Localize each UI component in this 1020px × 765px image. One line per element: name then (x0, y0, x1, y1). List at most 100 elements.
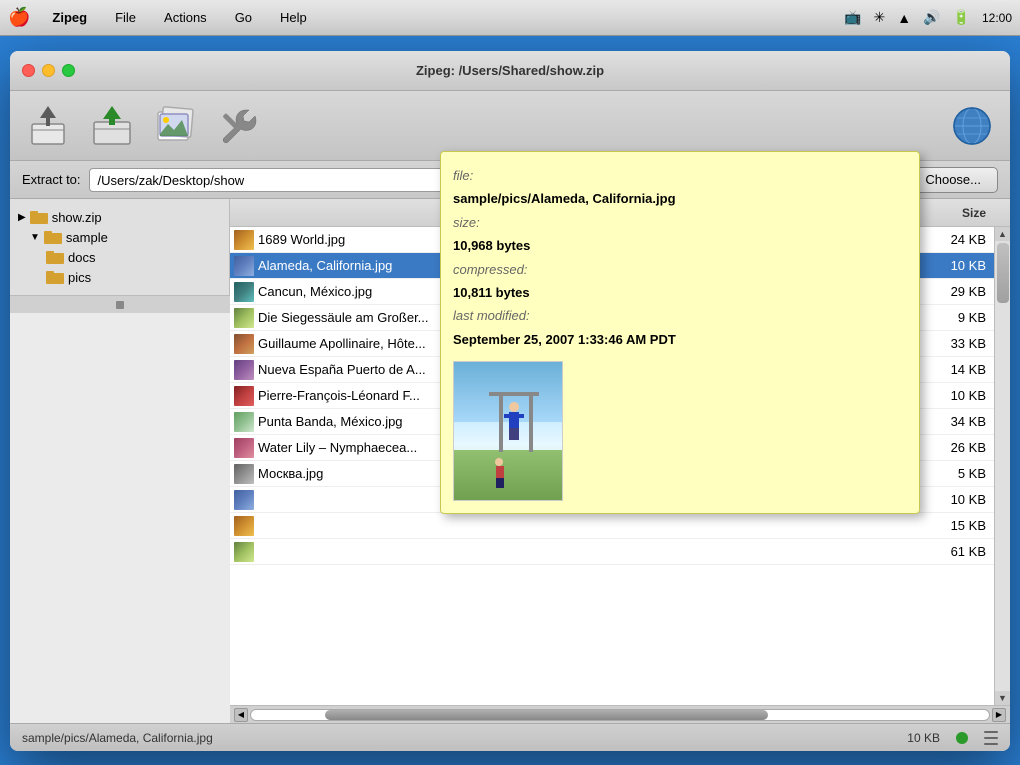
desktop: Zipeg: /Users/Shared/show.zip (0, 36, 1020, 765)
statusbar-size: 10 KB (907, 731, 940, 745)
file-thumbnail (234, 542, 254, 562)
right-scrollbar[interactable]: ▲ ▼ (994, 227, 1010, 705)
file-size: 24 KB (914, 232, 994, 247)
volume-icon: 🔊 (923, 9, 940, 26)
titlebar: Zipeg: /Users/Shared/show.zip (10, 51, 1010, 91)
extract-label: Extract to: (22, 172, 81, 187)
preview-button[interactable] (154, 104, 198, 148)
tooltip-compressed-label: compressed: (453, 262, 527, 277)
app-window: Zipeg: /Users/Shared/show.zip (10, 51, 1010, 751)
monitor-icon: 📺 (844, 9, 861, 26)
preview-svg (469, 372, 549, 492)
file-thumbnail (234, 412, 254, 432)
sidebar-item-sample[interactable]: ▼ sample (10, 227, 229, 247)
scroll-track[interactable] (995, 241, 1010, 691)
tooltip-modified-value: September 25, 2007 1:33:46 AM PDT (453, 332, 676, 347)
file-thumbnail (234, 386, 254, 406)
tooltip-modified-label: last modified: (453, 308, 530, 323)
sidebar-label-showzip: show.zip (52, 210, 102, 225)
folder-icon-docs (46, 249, 64, 265)
file-thumbnail (234, 256, 254, 276)
menubar: 🍎 Zipeg File Actions Go Help 📺 ✳ ▲ 🔊 🔋 1… (0, 0, 1020, 36)
file-thumbnail (234, 490, 254, 510)
tools-icon (218, 104, 262, 148)
file-size: 61 KB (914, 544, 994, 559)
wifi-icon: ▲ (897, 10, 911, 26)
file-row[interactable]: 15 KB (230, 513, 994, 539)
battery-icon: 🔋 (953, 9, 970, 26)
file-thumbnail (234, 516, 254, 536)
menu-zipeg[interactable]: Zipeg (46, 8, 93, 27)
menu-file[interactable]: File (109, 8, 142, 27)
file-size: 10 KB (914, 492, 994, 507)
sidebar-item-showzip[interactable]: ▶ show.zip (10, 207, 229, 227)
h-scrollbar-thumb (325, 710, 768, 720)
window-title: Zipeg: /Users/Shared/show.zip (416, 63, 604, 78)
tooltip-file-value: sample/pics/Alameda, California.jpg (453, 191, 676, 206)
file-row[interactable]: 61 KB (230, 539, 994, 565)
traffic-lights (22, 64, 75, 77)
file-size: 26 KB (914, 440, 994, 455)
file-size: 5 KB (914, 466, 994, 481)
file-size: 34 KB (914, 414, 994, 429)
scroll-down-arrow[interactable]: ▼ (996, 691, 1010, 705)
file-size: 33 KB (914, 336, 994, 351)
extract-icon (26, 104, 70, 148)
resize-handle[interactable] (984, 731, 998, 745)
file-thumbnail (234, 308, 254, 328)
statusbar-path: sample/pics/Alameda, California.jpg (22, 731, 891, 745)
file-thumbnail (234, 334, 254, 354)
file-thumbnail (234, 438, 254, 458)
tooltip-image (453, 361, 563, 501)
sidebar-item-pics[interactable]: pics (10, 267, 229, 287)
scroll-up-arrow[interactable]: ▲ (996, 227, 1010, 241)
file-thumbnail (234, 464, 254, 484)
globe-icon (950, 104, 994, 148)
file-size: 29 KB (914, 284, 994, 299)
sidebar-label-pics: pics (68, 270, 91, 285)
file-size: 14 KB (914, 362, 994, 377)
apple-menu[interactable]: 🍎 (8, 7, 30, 28)
network-button[interactable] (950, 104, 994, 148)
menu-actions[interactable]: Actions (158, 8, 213, 27)
h-scrollbar-area: ◀ ▶ (230, 705, 1010, 723)
expand-icon-sample: ▼ (30, 232, 40, 243)
bluetooth-icon: ✳ (874, 9, 886, 26)
expand-icon: ▶ (18, 212, 26, 223)
preview-icon (154, 104, 198, 148)
tooltip-compressed-value: 10,811 bytes (453, 285, 530, 300)
menubar-right: 📺 ✳ ▲ 🔊 🔋 12:00 (844, 9, 1012, 26)
file-thumbnail (234, 282, 254, 302)
folder-icon (30, 209, 48, 225)
close-button[interactable] (22, 64, 35, 77)
extract-selected-icon (90, 104, 134, 148)
choose-button[interactable]: Choose... (908, 167, 998, 193)
tooltip-file-label: file: (453, 168, 473, 183)
sidebar-scroll-indicator (116, 301, 124, 309)
tooltip-popup: file: sample/pics/Alameda, California.jp… (440, 151, 920, 514)
file-size: 10 KB (914, 258, 994, 273)
sidebar-label-sample: sample (66, 230, 108, 245)
sidebar-item-docs[interactable]: docs (10, 247, 229, 267)
h-scrollbar[interactable] (250, 709, 990, 721)
preferences-button[interactable] (218, 104, 262, 148)
tooltip-size-label: size: (453, 215, 480, 230)
sidebar-label-docs: docs (68, 250, 95, 265)
sidebar: ▶ show.zip ▼ sample (10, 199, 230, 295)
minimize-button[interactable] (42, 64, 55, 77)
file-thumbnail (234, 360, 254, 380)
time-display: 12:00 (982, 11, 1012, 25)
folder-icon-pics (46, 269, 64, 285)
tooltip-size-value: 10,968 bytes (453, 238, 530, 253)
maximize-button[interactable] (62, 64, 75, 77)
scroll-left-arrow[interactable]: ◀ (234, 708, 248, 722)
file-size: 9 KB (914, 310, 994, 325)
sidebar-scrollbar[interactable] (10, 295, 230, 313)
col-header-size[interactable]: Size (914, 199, 994, 226)
menu-help[interactable]: Help (274, 8, 313, 27)
extract-selected-button[interactable] (90, 104, 134, 148)
extract-button[interactable] (26, 104, 70, 148)
scroll-right-arrow[interactable]: ▶ (992, 708, 1006, 722)
menu-go[interactable]: Go (229, 8, 258, 27)
file-size: 15 KB (914, 518, 994, 533)
